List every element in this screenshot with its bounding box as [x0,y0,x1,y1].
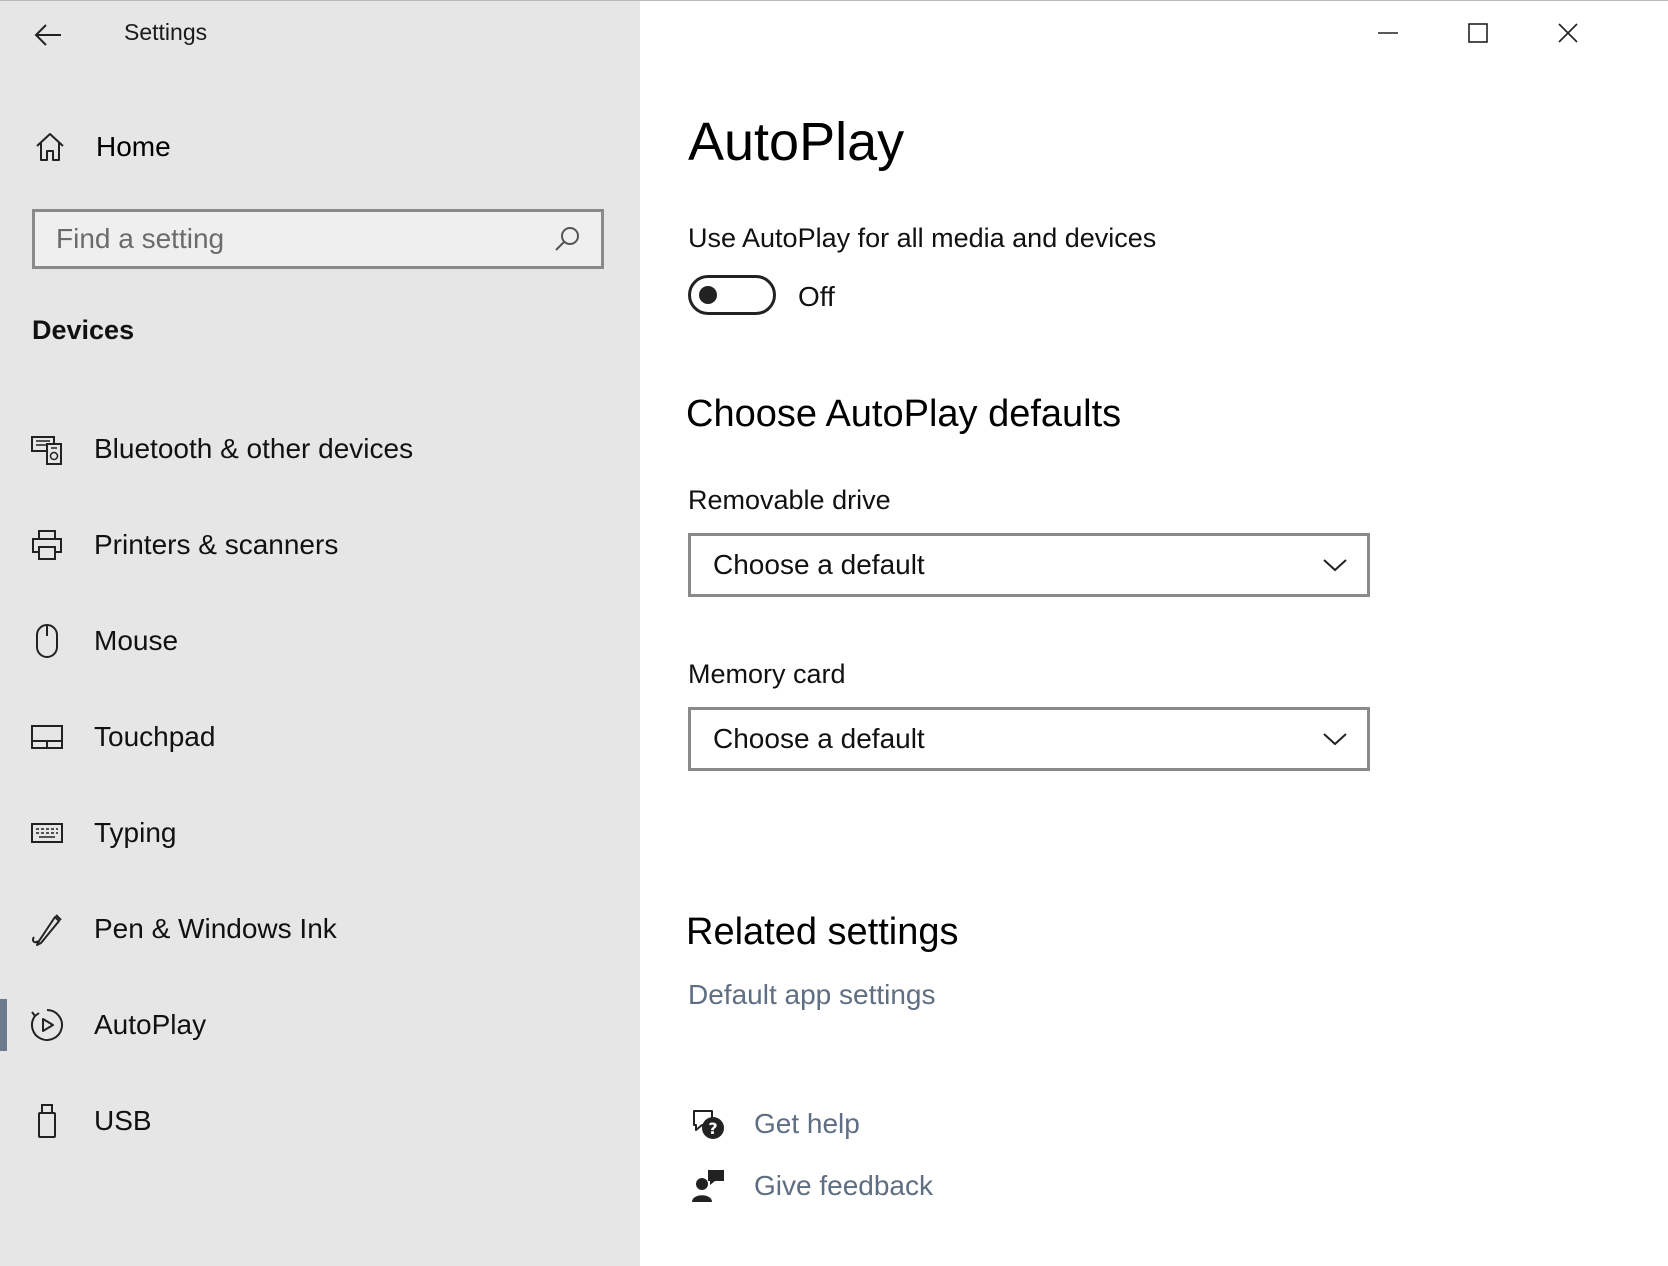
minimize-icon [1378,32,1398,34]
defaults-heading: Choose AutoPlay defaults [686,393,1122,435]
sidebar-item-typing[interactable]: Typing [0,785,640,881]
sidebar-item-label: Bluetooth & other devices [94,433,414,464]
help-chat-icon: ? [688,1104,728,1144]
search-icon[interactable] [547,219,587,259]
search-input[interactable]: Find a setting [56,223,547,255]
maximize-icon [1468,23,1488,43]
autoplay-icon [27,1005,67,1045]
close-icon [1558,23,1578,43]
sidebar-item-label: Pen & Windows Ink [94,913,337,944]
home-icon [30,127,70,167]
sidebar-item-pen[interactable]: Pen & Windows Ink [0,881,640,977]
feedback-icon [688,1166,728,1206]
dropdown-value: Choose a default [713,549,925,580]
home-label: Home [96,131,171,162]
autoplay-toggle[interactable] [688,275,776,315]
default-app-settings-link[interactable]: Default app settings [688,979,936,1011]
toggle-knob [699,286,717,304]
pen-icon [27,909,67,949]
give-feedback-link[interactable]: Give feedback [688,1161,933,1211]
sidebar-nav: Bluetooth & other devices Printers & sca… [0,401,640,1169]
mouse-icon [27,621,67,661]
related-settings-heading: Related settings [686,911,959,953]
get-help-link[interactable]: ? Get help [688,1099,860,1149]
sidebar-item-label: USB [94,1105,152,1136]
touchpad-icon [27,717,67,757]
keyboard-icon [27,813,67,853]
sidebar-item-label: Typing [94,817,177,848]
sidebar-item-label: Touchpad [94,721,216,752]
search-box[interactable]: Find a setting [32,209,604,269]
section-heading: Devices [32,315,135,345]
minimize-button[interactable] [1356,11,1420,55]
sidebar-item-touchpad[interactable]: Touchpad [0,689,640,785]
chevron-down-icon [1315,719,1355,759]
give-feedback-label: Give feedback [754,1170,933,1201]
back-arrow-icon [34,24,61,46]
home-nav-item[interactable]: Home [30,119,610,175]
removable-drive-label: Removable drive [688,485,891,515]
sidebar-item-mouse[interactable]: Mouse [0,593,640,689]
page-title: AutoPlay [688,112,905,172]
sidebar-item-label: Printers & scanners [94,529,339,560]
memory-card-dropdown[interactable]: Choose a default [688,707,1370,771]
sidebar-item-label: AutoPlay [94,1009,207,1040]
toggle-state-text: Off [798,281,835,312]
maximize-button[interactable] [1446,11,1510,55]
close-button[interactable] [1536,11,1600,55]
printer-icon [27,525,67,565]
chevron-down-icon [1315,545,1355,585]
svg-text:?: ? [708,1119,717,1138]
back-button[interactable] [26,15,70,55]
sidebar-item-usb[interactable]: USB [0,1073,640,1169]
get-help-label: Get help [754,1108,860,1139]
bluetooth-devices-icon [27,429,67,469]
sidebar-item-label: Mouse [94,625,179,656]
main-content: AutoPlay Use AutoPlay for all media and … [640,1,1668,1266]
memory-card-label: Memory card [688,659,846,689]
autoplay-toggle-label: Use AutoPlay for all media and devices [688,223,1157,253]
dropdown-value: Choose a default [713,723,925,754]
usb-icon [27,1101,67,1141]
sidebar: Settings Home Find a setting Devices Blu… [0,1,640,1266]
sidebar-item-bluetooth[interactable]: Bluetooth & other devices [0,401,640,497]
app-title: Settings [124,19,208,45]
removable-drive-dropdown[interactable]: Choose a default [688,533,1370,597]
sidebar-item-autoplay[interactable]: AutoPlay [0,977,640,1073]
sidebar-item-printers[interactable]: Printers & scanners [0,497,640,593]
